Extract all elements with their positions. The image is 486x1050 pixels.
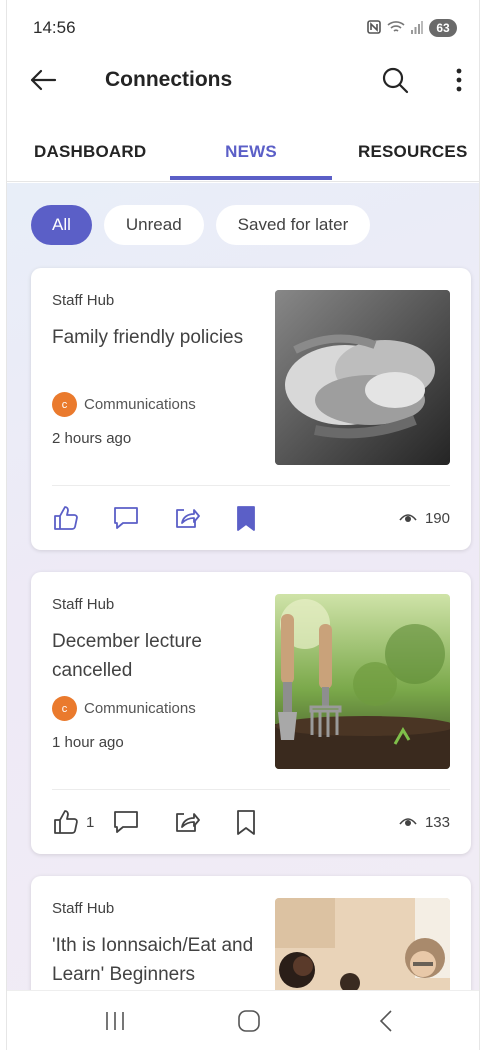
eye-icon <box>399 514 417 522</box>
share-button[interactable] <box>172 500 200 536</box>
signal-icon <box>411 20 423 37</box>
tab-dashboard[interactable]: DASHBOARD <box>34 126 146 182</box>
card-divider <box>52 485 450 486</box>
news-card[interactable]: Staff Hub Family friendly policies c Com… <box>31 268 471 550</box>
search-button[interactable] <box>375 60 415 100</box>
card-actions: 1 133 <box>52 804 450 840</box>
card-author: c Communications <box>52 392 196 417</box>
card-title[interactable]: December lecture cancelled <box>52 627 252 685</box>
bookmark-icon <box>237 810 255 835</box>
card-timestamp: 2 hours ago <box>52 430 132 447</box>
share-button[interactable] <box>172 804 200 840</box>
view-count-value: 190 <box>424 509 450 527</box>
filter-all[interactable]: All <box>31 205 92 245</box>
comment-button[interactable] <box>112 804 140 840</box>
thumbs-up-icon <box>54 506 78 530</box>
system-back-button[interactable] <box>361 1001 411 1041</box>
hands-image[interactable] <box>275 290 450 465</box>
card-divider <box>52 789 450 790</box>
avatar: c <box>52 696 77 721</box>
bookmark-filled-icon <box>237 506 255 531</box>
card-source: Staff Hub <box>52 292 115 309</box>
tab-resources[interactable]: RESOURCES <box>358 126 468 182</box>
thumbs-up-icon <box>54 810 78 834</box>
view-count: 133 <box>399 804 450 840</box>
arrow-left-icon <box>30 69 57 91</box>
card-source: Staff Hub <box>52 596 115 613</box>
bookmark-button[interactable] <box>232 804 260 840</box>
chevron-left-icon <box>379 1010 392 1032</box>
home-icon <box>238 1010 260 1032</box>
share-icon <box>176 509 200 528</box>
more-options-button[interactable] <box>439 60 479 100</box>
card-timestamp: 1 hour ago <box>52 734 124 751</box>
like-button[interactable] <box>52 500 86 536</box>
status-bar: 14:56 63 <box>7 0 479 56</box>
bookmark-button[interactable] <box>232 500 260 536</box>
garden-tools-image[interactable] <box>275 594 450 769</box>
share-icon <box>176 813 200 832</box>
card-title[interactable]: 'Ith is Ionnsaich/Eat and Learn' Beginne… <box>52 931 257 989</box>
news-card[interactable]: Staff Hub 'Ith is Ionnsaich/Eat and Lear… <box>31 876 471 990</box>
status-icons: 63 <box>367 19 457 37</box>
card-author: c Communications <box>52 696 196 721</box>
page-title: Connections <box>105 68 233 91</box>
comment-button[interactable] <box>112 500 140 536</box>
card-title[interactable]: Family friendly policies <box>52 323 252 352</box>
back-button[interactable] <box>23 60 63 100</box>
app-header: Connections <box>7 56 479 106</box>
comment-icon <box>114 507 138 529</box>
people-image[interactable] <box>275 898 450 990</box>
recent-apps-icon <box>106 1012 124 1030</box>
filter-chips: All Unread Saved for later <box>31 205 371 245</box>
active-tab-indicator <box>170 176 332 180</box>
search-icon <box>382 67 409 94</box>
nfc-icon <box>367 19 381 37</box>
view-count: 190 <box>399 500 450 536</box>
battery-indicator: 63 <box>429 19 457 37</box>
tab-bar: DASHBOARD NEWS RESOURCES <box>7 126 479 182</box>
card-source: Staff Hub <box>52 900 115 917</box>
author-name: Communications <box>84 396 196 413</box>
phone-screen: 14:56 63 Connections DASHBOARD NEWS RESO… <box>6 0 480 1050</box>
like-count: 1 <box>86 813 95 831</box>
news-feed: All Unread Saved for later Staff Hub Fam… <box>7 183 479 990</box>
tab-news[interactable]: NEWS <box>170 126 332 182</box>
home-button[interactable] <box>224 1001 274 1041</box>
card-actions: 190 <box>52 500 450 536</box>
wifi-icon <box>387 20 405 37</box>
avatar: c <box>52 392 77 417</box>
status-time: 14:56 <box>33 18 76 37</box>
more-vertical-icon <box>456 68 462 92</box>
like-button[interactable]: 1 <box>52 804 94 840</box>
comment-icon <box>114 811 138 833</box>
view-count-value: 133 <box>424 813 450 831</box>
eye-icon <box>399 818 417 826</box>
news-card[interactable]: Staff Hub December lecture cancelled c C… <box>31 572 471 854</box>
recent-apps-button[interactable] <box>90 1001 140 1041</box>
filter-saved-for-later[interactable]: Saved for later <box>215 205 371 245</box>
filter-unread[interactable]: Unread <box>103 205 204 245</box>
system-nav-bar <box>7 990 479 1050</box>
author-name: Communications <box>84 700 196 717</box>
